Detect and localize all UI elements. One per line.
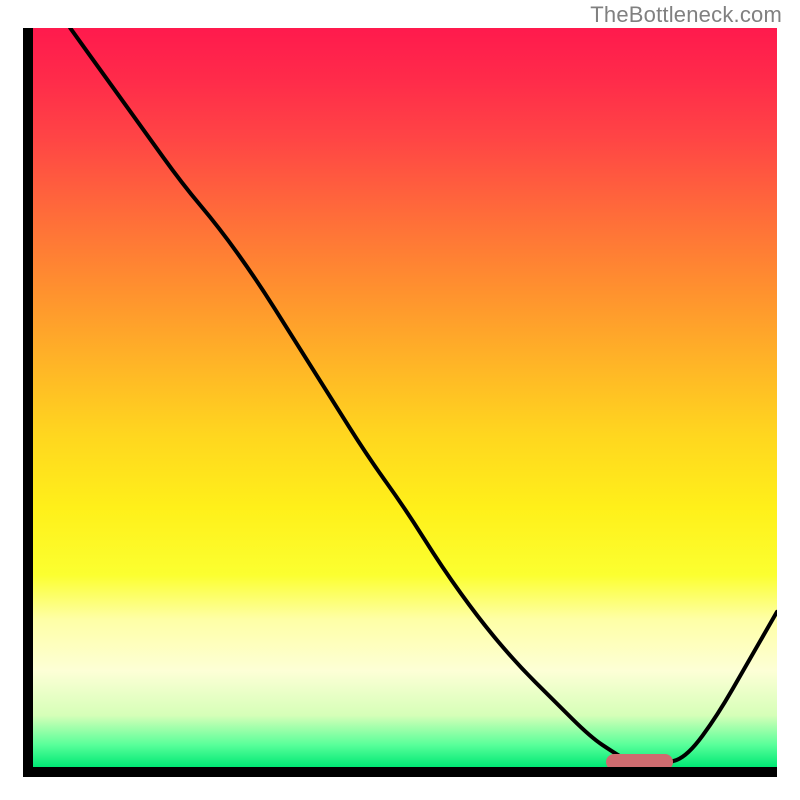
bottleneck-curve (70, 28, 777, 764)
chart-container: TheBottleneck.com (0, 0, 800, 800)
plot-axes (23, 28, 777, 777)
minimum-marker (606, 754, 673, 767)
plot-area (33, 28, 777, 767)
curve-svg (33, 28, 777, 767)
watermark-text: TheBottleneck.com (590, 2, 782, 28)
